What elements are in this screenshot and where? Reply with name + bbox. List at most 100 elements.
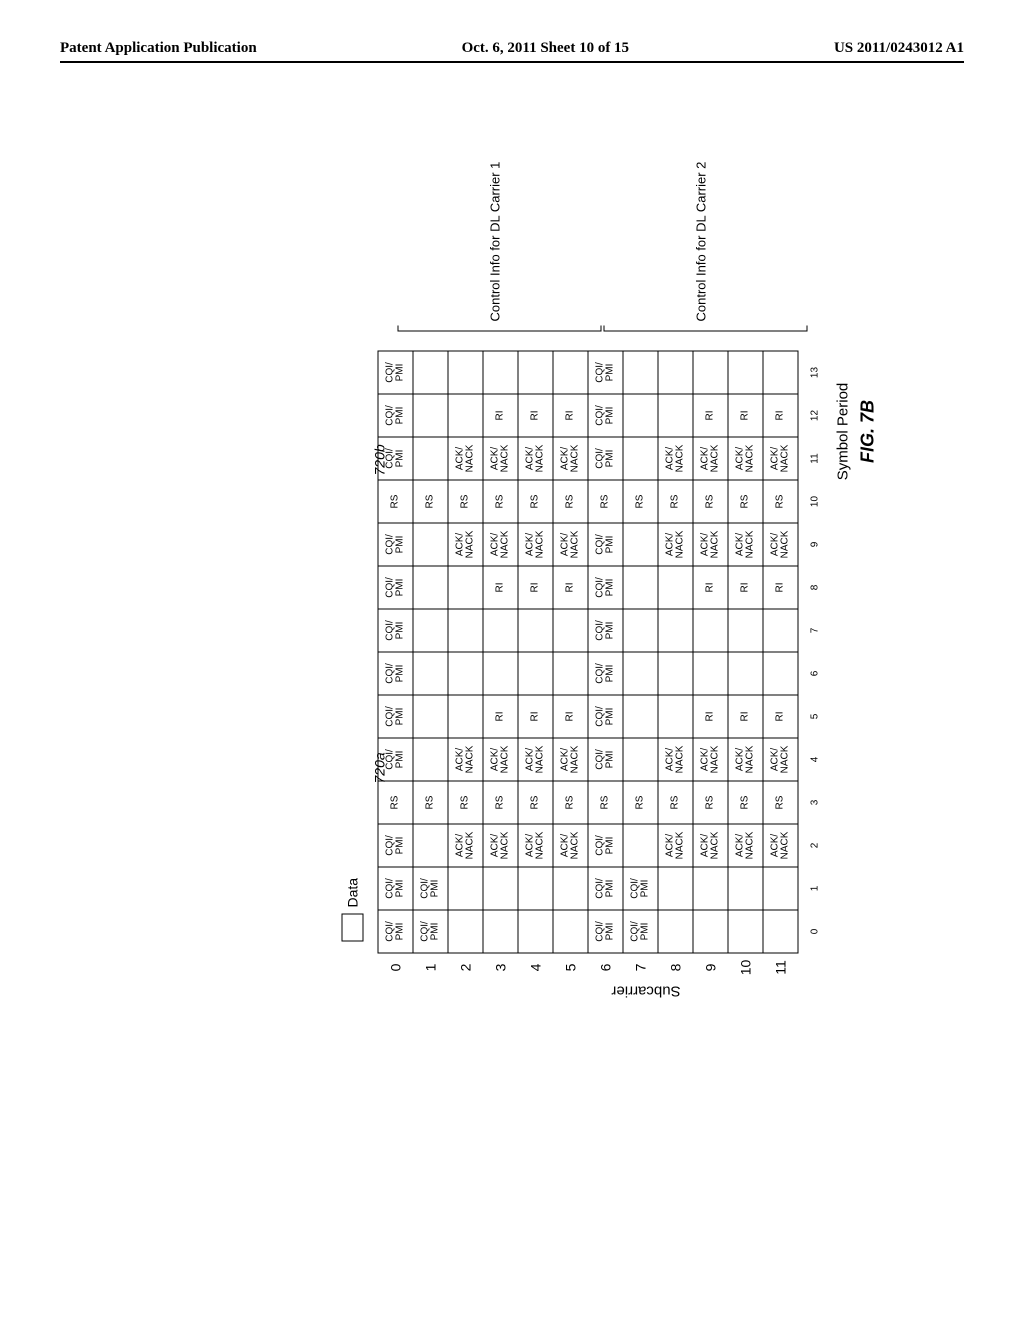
grid-cell: CQI/ PMI: [378, 824, 413, 867]
grid-cell: CQI/ PMI: [413, 867, 448, 910]
figure-caption: FIG. 7B: [858, 0, 879, 982]
grid-cell: ACK/ NACK: [763, 824, 798, 867]
grid-cell: [553, 652, 588, 695]
grid-cell: [413, 351, 448, 394]
grid-cell: CQI/ PMI: [588, 695, 623, 738]
grid-cell: RS: [693, 480, 728, 523]
col-index: 7: [798, 609, 833, 652]
grid-cell: [728, 652, 763, 695]
row-index: 3: [483, 953, 518, 982]
grid-cell: RS: [518, 480, 553, 523]
grid-cell: RS: [378, 480, 413, 523]
grid-cell: CQI/ PMI: [623, 910, 658, 953]
grid-cell: RI: [693, 566, 728, 609]
grid-cell: ACK/ NACK: [448, 824, 483, 867]
grid-cell: [448, 394, 483, 437]
grid-cell: [553, 351, 588, 394]
grid-cell: RI: [553, 695, 588, 738]
grid-cell: ACK/ NACK: [658, 437, 693, 480]
grid-cell: CQI/ PMI: [588, 437, 623, 480]
grid-cell: ACK/ NACK: [658, 824, 693, 867]
grid-cell: [623, 394, 658, 437]
col-index: 6: [798, 652, 833, 695]
grid-cell: [448, 867, 483, 910]
grid-cell: [623, 523, 658, 566]
grid-cell: [658, 910, 693, 953]
grid-cell: CQI/ PMI: [378, 566, 413, 609]
grid-cell: ACK/ NACK: [728, 738, 763, 781]
col-index: 8: [798, 566, 833, 609]
grid-cell: CQI/ PMI: [588, 652, 623, 695]
grid-cell: RI: [553, 566, 588, 609]
grid-cell: [658, 867, 693, 910]
grid-cell: RS: [448, 781, 483, 824]
grid-cell: [693, 867, 728, 910]
grid-cell: RI: [728, 394, 763, 437]
grid-cell: ACK/ NACK: [483, 437, 518, 480]
grid-cell: [658, 394, 693, 437]
grid-cell: [728, 609, 763, 652]
grid-cell: [413, 437, 448, 480]
grid-cell: ACK/ NACK: [448, 523, 483, 566]
resource-grid: 0CQI/ PMICQI/ PMICQI/ PMIRSCQI/ PMICQI/ …: [378, 351, 833, 982]
grid-cell: [518, 609, 553, 652]
grid-cell: [693, 652, 728, 695]
grid-cell: [553, 867, 588, 910]
row-index: 0: [378, 953, 413, 982]
bracket-dl2: Control Info for DL Carrier 2: [694, 162, 709, 322]
grid-cell: ACK/ NACK: [448, 437, 483, 480]
grid-cell: RS: [763, 781, 798, 824]
grid-cell: CQI/ PMI: [413, 910, 448, 953]
grid-cell: RS: [623, 781, 658, 824]
grid-cell: RS: [553, 480, 588, 523]
grid-cell: [763, 652, 798, 695]
grid-cell: [448, 609, 483, 652]
grid-cell: [483, 351, 518, 394]
grid-cell: [693, 910, 728, 953]
col-index: 3: [798, 781, 833, 824]
grid-cell: RS: [728, 480, 763, 523]
grid-cell: ACK/ NACK: [553, 437, 588, 480]
grid-cell: ACK/ NACK: [693, 437, 728, 480]
grid-cell: [693, 351, 728, 394]
grid-cell: RI: [518, 695, 553, 738]
row-index: 9: [693, 953, 728, 982]
grid-cell: [763, 351, 798, 394]
ref-720b: 720b: [372, 444, 388, 475]
grid-cell: [413, 652, 448, 695]
grid-cell: ACK/ NACK: [763, 523, 798, 566]
grid-cell: [728, 867, 763, 910]
grid-cell: [413, 695, 448, 738]
grid-cell: ACK/ NACK: [553, 523, 588, 566]
grid-cell: ACK/ NACK: [728, 437, 763, 480]
grid-cell: ACK/ NACK: [553, 824, 588, 867]
grid-cell: [483, 652, 518, 695]
grid-cell: CQI/ PMI: [588, 609, 623, 652]
grid-cell: CQI/ PMI: [378, 394, 413, 437]
grid-cell: [623, 437, 658, 480]
figure-7b: Data 720a 720b Subcarrier 0CQI/ PMICQI/ …: [342, 0, 879, 982]
grid-cell: RS: [448, 480, 483, 523]
bracket-dl1: Control Info for DL Carrier 1: [488, 162, 503, 322]
grid-cell: RS: [413, 781, 448, 824]
grid-cell: [518, 652, 553, 695]
grid-cell: CQI/ PMI: [588, 738, 623, 781]
row-index: 10: [728, 953, 763, 982]
grid-cell: [518, 910, 553, 953]
grid-cell: CQI/ PMI: [588, 523, 623, 566]
grid-cell: CQI/ PMI: [378, 910, 413, 953]
grid-cell: [728, 910, 763, 953]
grid-cell: RS: [658, 781, 693, 824]
col-index: 10: [798, 480, 833, 523]
grid-cell: [658, 351, 693, 394]
grid-cell: ACK/ NACK: [518, 824, 553, 867]
grid-cell: RI: [518, 566, 553, 609]
grid-cell: [413, 566, 448, 609]
grid-cell: [413, 824, 448, 867]
grid-cell: CQI/ PMI: [588, 351, 623, 394]
grid-cell: ACK/ NACK: [693, 523, 728, 566]
grid-cell: RI: [728, 695, 763, 738]
grid-cell: [623, 695, 658, 738]
grid-cell: RI: [693, 394, 728, 437]
row-index: 6: [588, 953, 623, 982]
